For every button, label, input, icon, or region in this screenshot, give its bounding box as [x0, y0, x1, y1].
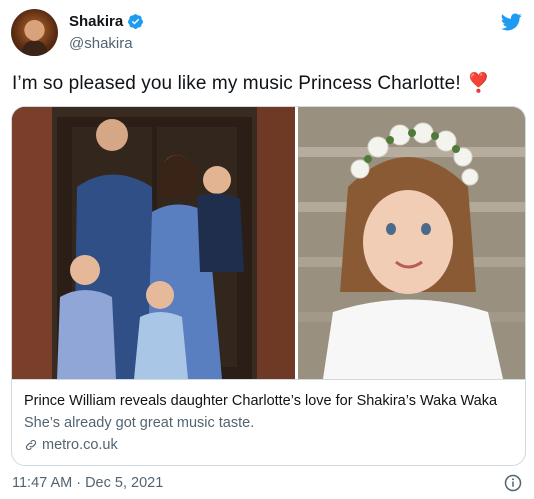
user-name[interactable]: Shakira	[69, 13, 123, 30]
tweet-text: I’m so pleased you like my music Princes…	[12, 71, 490, 95]
name-row: Shakira	[69, 13, 144, 30]
info-icon[interactable]	[504, 474, 522, 492]
card-title[interactable]: Prince William reveals daughter Charlott…	[24, 393, 497, 409]
card-domain-text: metro.co.uk	[42, 437, 118, 453]
user-handle[interactable]: @shakira	[69, 35, 133, 52]
link-icon	[25, 439, 37, 451]
charlotte-photo	[298, 107, 525, 379]
tweet-card: Shakira @shakira I’m so pleased you like…	[0, 0, 534, 499]
link-preview-card[interactable]: Prince William reveals daughter Charlott…	[11, 106, 526, 466]
tweet-timestamp[interactable]: 11:47 AM · Dec 5, 2021	[12, 475, 163, 491]
heart-exclamation-emoji: ❣️	[466, 73, 491, 94]
card-description: She’s already got great music taste.	[24, 415, 255, 431]
avatar[interactable]	[11, 9, 58, 56]
tweet-body: I’m so pleased you like my music Princes…	[12, 73, 461, 94]
card-domain[interactable]: metro.co.uk	[24, 437, 118, 453]
verified-badge-icon	[128, 14, 144, 29]
card-meta[interactable]: Prince William reveals daughter Charlott…	[12, 379, 525, 465]
family-photo	[12, 107, 295, 379]
twitter-bird-icon[interactable]	[500, 11, 522, 33]
